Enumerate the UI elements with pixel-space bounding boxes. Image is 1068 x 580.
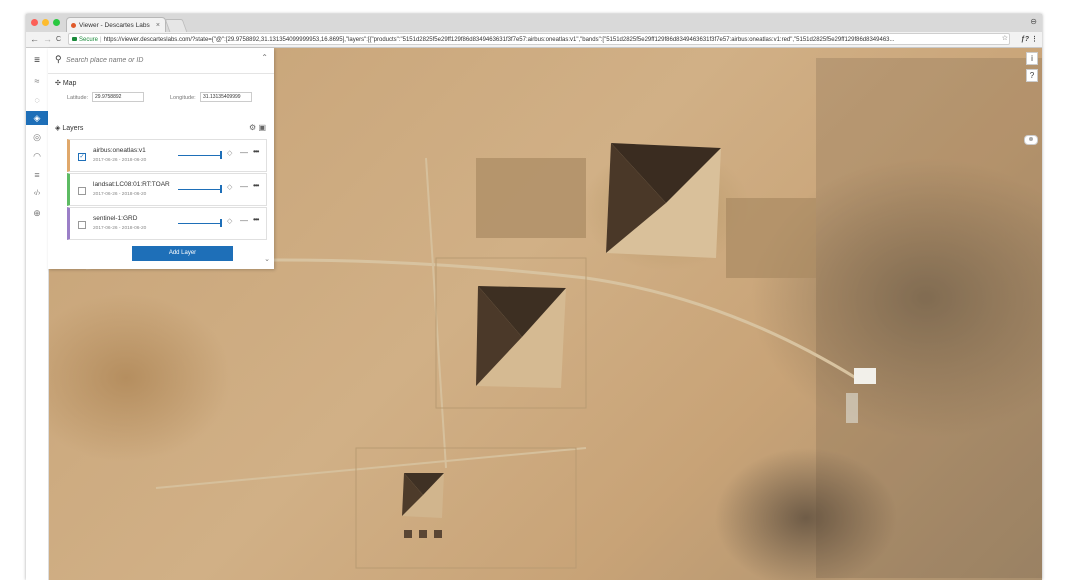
layer-dash-icon[interactable]: —	[240, 216, 248, 225]
layer-dates: 2017-06-26 - 2018-06-20	[93, 226, 147, 231]
layer-dash-icon[interactable]: —	[240, 182, 248, 191]
back-button[interactable]: ←	[30, 33, 39, 46]
browser-window: Viewer - Descartes Labs × ⊖ ← → C Secure…	[26, 14, 1042, 580]
layers-stack-icon: ◈	[55, 125, 61, 132]
layer-more-icon[interactable]: •••	[253, 147, 259, 156]
info-button[interactable]: i	[1026, 52, 1038, 65]
layer-checkbox[interactable]: ✓	[78, 153, 86, 161]
opacity-slider-handle[interactable]	[220, 185, 222, 193]
layer-row-landsat[interactable]: landsat:LC08:01:RT:TOAR 2017-06-26 - 201…	[67, 173, 267, 206]
secure-label: Secure	[79, 37, 99, 43]
layer-dates: 2017-06-26 - 2018-06-20	[93, 158, 147, 163]
layers-section-title: ◈ Layers	[55, 125, 84, 132]
visibility-icon[interactable]: ◇	[227, 149, 232, 157]
collapse-chevron-icon[interactable]: ⌃	[261, 53, 268, 62]
favicon-icon	[71, 23, 76, 28]
layer-more-icon[interactable]: •••	[253, 181, 259, 190]
profile-icon[interactable]: ⊖	[1030, 17, 1037, 26]
opacity-slider-track[interactable]	[178, 189, 220, 190]
browser-menu-icon[interactable]: ⋮	[1031, 36, 1038, 43]
layer-more-icon[interactable]: •••	[253, 215, 259, 224]
layer-export-icon[interactable]: ▣	[258, 123, 266, 132]
map-section-title: ✣ Map	[55, 80, 77, 87]
add-layer-button[interactable]: Add Layer	[132, 246, 233, 261]
expand-chevron-icon[interactable]: ⌄	[264, 255, 270, 263]
new-tab-button[interactable]	[164, 19, 188, 32]
opacity-slider-handle[interactable]	[220, 151, 222, 159]
address-bar: ← → C Secure | https://viewer.descarteslab…	[26, 32, 1042, 48]
tab-close-icon[interactable]: ×	[156, 18, 160, 33]
code-icon[interactable]: ‹/›	[26, 187, 48, 201]
lock-icon	[72, 37, 77, 41]
layer-dash-icon[interactable]: —	[240, 148, 248, 157]
help-button[interactable]: ?	[1026, 69, 1038, 82]
longitude-label: Longitude:	[170, 95, 196, 101]
url-text: https://viewer.descarteslabs.com/?state=…	[103, 37, 895, 43]
crosshair-icon: ✣	[55, 80, 61, 87]
search-bar: ⚲ ⌃	[48, 48, 274, 74]
list-icon[interactable]: ≡	[26, 168, 48, 182]
tab-title: Viewer - Descartes Labs	[79, 22, 150, 29]
latitude-label: Latitude:	[67, 95, 89, 101]
minimize-window-button[interactable]	[42, 19, 49, 26]
opacity-slider-handle[interactable]	[220, 219, 222, 227]
layer-checkbox[interactable]	[78, 187, 86, 195]
opacity-slider-track[interactable]	[178, 155, 220, 156]
layer-name: airbus:oneatlas:v1	[93, 147, 146, 154]
visibility-icon[interactable]: ◇	[227, 217, 232, 225]
stack-icon[interactable]: ◎	[26, 130, 48, 144]
search-icon: ⚲	[55, 54, 62, 64]
timeline-icon[interactable]: ≈	[26, 74, 48, 88]
control-panel: ⚲ ⌃ ✣ Map Latitude: Longitude: ◈ Layers …	[48, 48, 274, 269]
window-controls	[31, 19, 60, 26]
maximize-window-button[interactable]	[53, 19, 60, 26]
browser-tab[interactable]: Viewer - Descartes Labs ×	[66, 17, 166, 32]
layers-icon[interactable]: ◈	[26, 111, 48, 125]
menu-icon[interactable]: ≡	[26, 54, 48, 68]
layer-dates: 2017-06-26 - 2018-06-20	[93, 192, 147, 197]
viewer-app: ≡ ≈ ◌ ◈ ◎ ◠ ≡ ‹/› ⊕ ⚲ ⌃ ✣ Map Latitude: …	[26, 48, 1042, 580]
url-input[interactable]: Secure | https://viewer.descarteslabs.com/…	[68, 33, 1010, 45]
latitude-input[interactable]	[92, 92, 144, 102]
layer-name: sentinel-1:GRD	[93, 215, 138, 222]
location-icon[interactable]: ◌	[26, 93, 48, 107]
layer-row-sentinel[interactable]: sentinel-1:GRD 2017-06-26 - 2018-06-20 ◇…	[67, 207, 267, 240]
layer-tools: ⚙ ▣	[249, 123, 266, 132]
layer-settings-icon[interactable]: ⚙	[249, 123, 256, 132]
opacity-slider-track[interactable]	[178, 223, 220, 224]
forward-button[interactable]: →	[43, 33, 52, 46]
settings-icon[interactable]: ⊕	[26, 206, 48, 220]
close-window-button[interactable]	[31, 19, 38, 26]
bookmark-star-icon[interactable]: ☆	[1002, 33, 1008, 45]
extension-icon[interactable]: ƒ? ⋮	[1021, 33, 1038, 46]
tab-bar: Viewer - Descartes Labs × ⊖	[26, 14, 1042, 32]
search-input[interactable]	[66, 54, 246, 66]
reload-button[interactable]: C	[56, 33, 61, 46]
shape-icon[interactable]: ◠	[26, 149, 48, 163]
visibility-icon[interactable]: ◇	[227, 183, 232, 191]
layer-checkbox[interactable]	[78, 221, 86, 229]
layer-name: landsat:LC08:01:RT:TOAR	[93, 181, 170, 188]
longitude-input[interactable]	[200, 92, 252, 102]
map-toggle[interactable]	[1024, 135, 1038, 145]
sidebar: ≡ ≈ ◌ ◈ ◎ ◠ ≡ ‹/› ⊕	[26, 48, 49, 580]
layer-row-airbus[interactable]: ✓ airbus:oneatlas:v1 2017-06-26 - 2018-0…	[67, 139, 267, 172]
